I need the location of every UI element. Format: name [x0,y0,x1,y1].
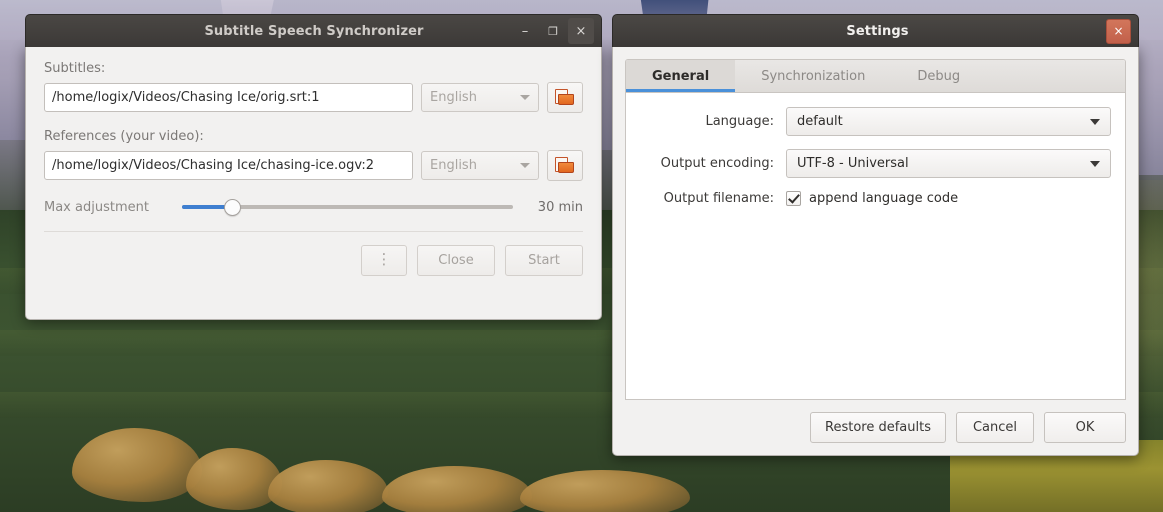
main-window-body: Subtitles: /home/logix/Videos/Chasing Ic… [26,47,601,217]
tab-general[interactable]: General [626,60,736,92]
folder-open-icon [555,157,575,174]
chevron-down-icon [1090,160,1100,167]
settings-general-page: Language: default Output encoding: UTF-8… [626,93,1125,399]
output-encoding-combo[interactable]: UTF-8 - Universal [786,149,1111,178]
ok-button[interactable]: OK [1044,412,1126,443]
references-language-combo[interactable]: English [421,151,539,180]
output-encoding-row: Output encoding: UTF-8 - Universal [632,149,1111,178]
minimize-icon[interactable]: – [512,18,538,44]
main-window-title: Subtitle Speech Synchronizer [204,23,424,39]
output-encoding-label: Output encoding: [660,156,774,171]
restore-defaults-button[interactable]: Restore defaults [810,412,946,443]
language-row: Language: default [632,107,1111,136]
close-icon[interactable]: × [1106,18,1131,44]
references-language-value: English [430,158,477,173]
folder-open-icon [555,89,575,106]
start-button[interactable]: Start [505,245,583,276]
output-encoding-value: UTF-8 - Universal [797,156,909,171]
chevron-down-icon [1090,118,1100,125]
main-window-actions: ⋮ Close Start [26,232,601,276]
subtitles-language-value: English [430,90,477,105]
overflow-menu-button[interactable]: ⋮ [361,245,407,276]
main-window-titlebar[interactable]: Subtitle Speech Synchronizer – ❐ × [25,14,602,47]
settings-titlebar[interactable]: Settings × [612,14,1139,47]
tab-synchronization[interactable]: Synchronization [735,60,891,92]
references-row: /home/logix/Videos/Chasing Ice/chasing-i… [44,150,583,181]
language-label: Language: [705,114,774,129]
settings-window: Settings × General Synchronization Debug… [612,14,1139,456]
output-filename-label: Output filename: [663,191,774,206]
tab-debug[interactable]: Debug [891,60,986,92]
slider-thumb[interactable] [223,198,241,216]
max-adjustment-slider[interactable] [182,197,513,217]
settings-notebook: General Synchronization Debug Language: … [625,59,1126,400]
references-browse-button[interactable] [547,150,583,181]
chevron-down-icon [520,95,530,100]
settings-body: General Synchronization Debug Language: … [613,47,1138,455]
max-adjustment-value: 30 min [537,199,583,215]
close-button[interactable]: Close [417,245,495,276]
language-combo[interactable]: default [786,107,1111,136]
vertical-dots-icon: ⋮ [376,250,392,268]
output-filename-row: Output filename: append language code [632,191,1111,206]
append-language-code-checkbox-row[interactable]: append language code [786,191,958,206]
max-adjustment-label: Max adjustment [44,199,149,215]
settings-tabbar: General Synchronization Debug [626,60,1125,93]
append-language-code-checkbox[interactable] [786,191,801,206]
language-value: default [797,114,843,129]
main-window-controls: – ❐ × [512,18,601,44]
max-adjustment-row: Max adjustment 30 min [44,197,583,217]
append-language-code-label: append language code [809,191,959,206]
chevron-down-icon [520,163,530,168]
settings-title: Settings [846,23,909,39]
cancel-button[interactable]: Cancel [956,412,1034,443]
subtitles-path-input[interactable]: /home/logix/Videos/Chasing Ice/orig.srt:… [44,83,413,112]
close-icon[interactable]: × [568,18,594,44]
subtitles-label: Subtitles: [44,61,106,76]
subtitles-language-combo[interactable]: English [421,83,539,112]
references-label: References (your video): [44,129,204,144]
maximize-icon[interactable]: ❐ [540,18,566,44]
subtitles-browse-button[interactable] [547,82,583,113]
subtitle-synchronizer-window: Subtitle Speech Synchronizer – ❐ × Subti… [25,14,602,320]
references-path-input[interactable]: /home/logix/Videos/Chasing Ice/chasing-i… [44,151,413,180]
settings-actions: Restore defaults Cancel OK [625,400,1126,455]
subtitles-row: /home/logix/Videos/Chasing Ice/orig.srt:… [44,82,583,113]
